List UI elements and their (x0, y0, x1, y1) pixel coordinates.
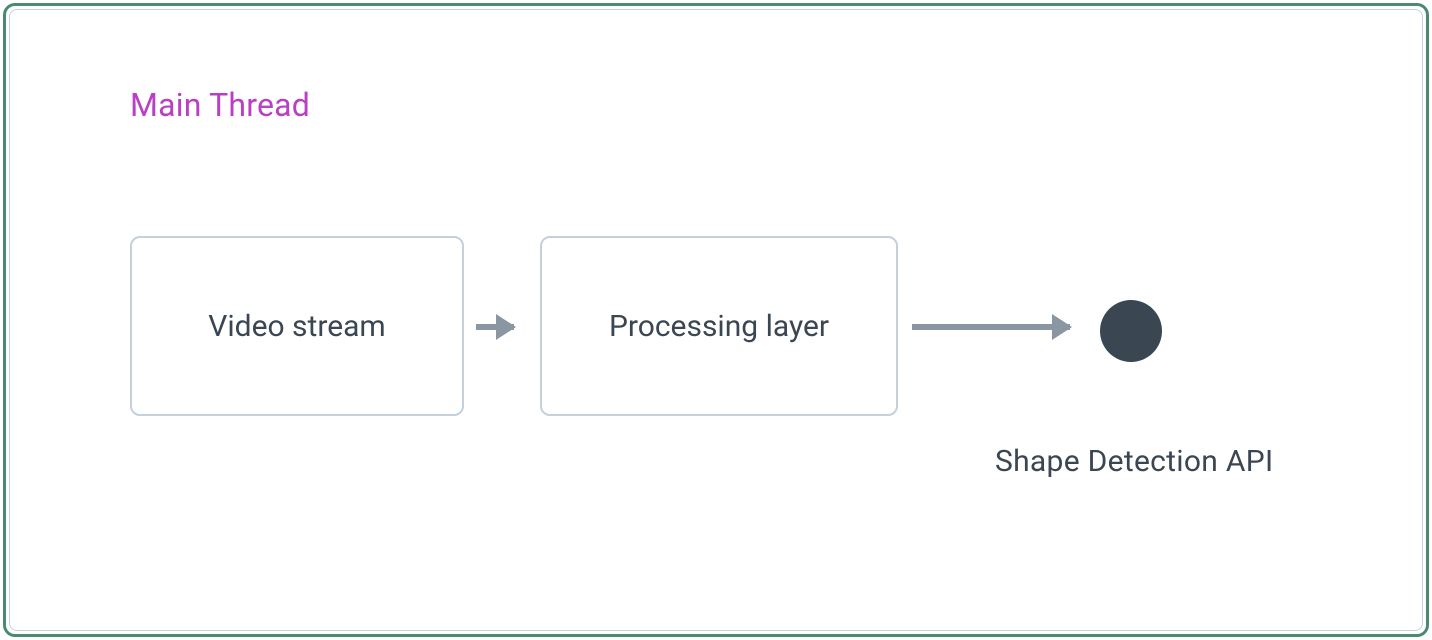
node-processing-layer-label: Processing layer (609, 309, 829, 344)
diagram-outer-frame: Main Thread Video stream Processing laye… (3, 3, 1429, 637)
thread-title: Main Thread (130, 86, 310, 124)
diagram-inner-frame: Main Thread Video stream Processing laye… (9, 9, 1423, 631)
endpoint-label: Shape Detection API (995, 444, 1273, 479)
node-video-stream-label: Video stream (208, 309, 386, 344)
node-video-stream: Video stream (130, 236, 464, 416)
endpoint-dot-icon (1100, 300, 1162, 362)
arrow-icon (476, 324, 514, 330)
node-processing-layer: Processing layer (540, 236, 898, 416)
arrow-icon (912, 324, 1070, 330)
